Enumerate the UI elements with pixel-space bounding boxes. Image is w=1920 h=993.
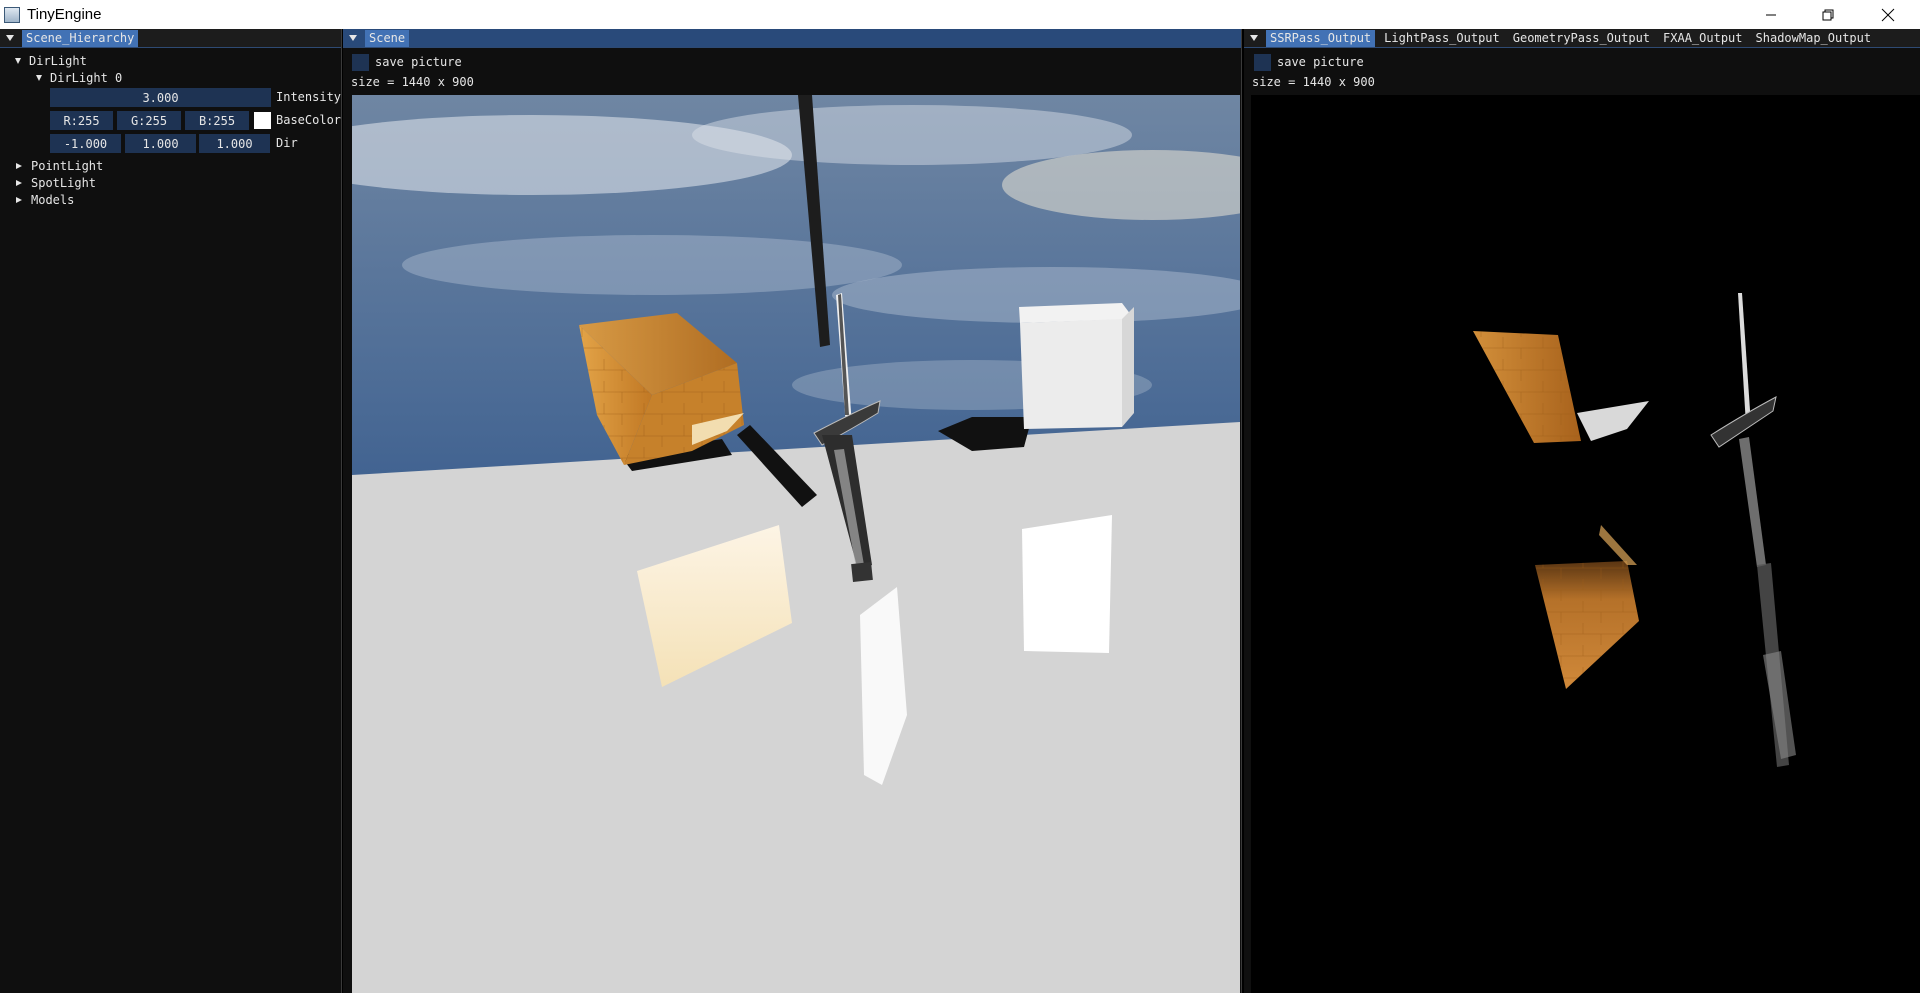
scene-panel: Scene save picture size = 1440 x 900	[343, 29, 1242, 993]
tab-geometrypass-output[interactable]: GeometryPass_Output	[1509, 30, 1654, 47]
dir-x-field[interactable]: -1.000	[50, 134, 121, 153]
ssr-output-render	[1251, 95, 1920, 993]
tree-node-label: Models	[31, 192, 75, 207]
intensity-field[interactable]: 3.000	[50, 88, 271, 107]
tree-node-spotlight[interactable]: SpotLight	[0, 174, 341, 191]
output-tabbar: SSRPass_Output LightPass_Output Geometry…	[1244, 29, 1920, 48]
collapse-icon[interactable]	[1248, 29, 1260, 48]
hierarchy-tree: DirLight DirLight 0 3.000 Intensity R:25…	[0, 48, 341, 208]
tree-node-pointlight[interactable]: PointLight	[0, 157, 341, 174]
color-g-field[interactable]: G:255	[117, 111, 181, 130]
window-title: TinyEngine	[27, 6, 102, 23]
tree-node-dirlight-0[interactable]: DirLight 0	[0, 69, 341, 86]
tree-node-dirlight[interactable]: DirLight	[0, 52, 341, 69]
expand-down-icon	[15, 57, 21, 64]
minimize-icon	[1766, 14, 1776, 15]
scene-tabbar: Scene	[343, 29, 1241, 48]
scene-hierarchy-panel: Scene_Hierarchy DirLight DirLight 0 3.00…	[0, 29, 342, 993]
tree-node-label: PointLight	[31, 158, 104, 173]
save-picture-label: save picture	[375, 55, 462, 69]
minimize-button[interactable]	[1743, 0, 1799, 29]
collapse-icon[interactable]	[4, 29, 16, 48]
restore-button[interactable]	[1800, 0, 1856, 29]
size-label: size = 1440 x 900	[1252, 75, 1375, 89]
color-r-field[interactable]: R:255	[50, 111, 113, 130]
title-bar: TinyEngine	[0, 0, 1920, 29]
expand-right-icon	[16, 162, 22, 169]
restore-icon	[1822, 9, 1834, 20]
tree-node-label: SpotLight	[31, 175, 97, 190]
hierarchy-tabbar: Scene_Hierarchy	[0, 29, 341, 48]
expand-down-icon	[36, 74, 42, 81]
output-panel: SSRPass_Output LightPass_Output Geometry…	[1244, 29, 1920, 993]
tab-scene-hierarchy[interactable]: Scene_Hierarchy	[22, 29, 139, 47]
tab-fxaa-output[interactable]: FXAA_Output	[1659, 30, 1746, 47]
dir-label: Dir	[276, 136, 298, 150]
save-picture-checkbox[interactable]	[1254, 54, 1271, 71]
tab-lightpass-output[interactable]: LightPass_Output	[1380, 30, 1504, 47]
scene-render	[352, 95, 1240, 993]
tab-ssrpass-output[interactable]: SSRPass_Output	[1266, 29, 1376, 47]
tree-node-label: DirLight	[29, 53, 87, 68]
dir-z-field[interactable]: 1.000	[199, 134, 270, 153]
tree-node-models[interactable]: Models	[0, 191, 341, 208]
app-icon	[4, 6, 20, 23]
close-icon	[1881, 8, 1895, 21]
expand-right-icon	[16, 179, 22, 186]
close-button[interactable]	[1860, 0, 1916, 29]
basecolor-label: BaseColor	[276, 113, 342, 127]
intensity-label: Intensity	[276, 90, 342, 104]
ssr-output-viewport[interactable]	[1251, 95, 1920, 993]
basecolor-row: R:255 G:255 B:255 BaseColor	[0, 109, 341, 132]
save-picture-checkbox[interactable]	[352, 54, 369, 71]
tree-node-label: DirLight 0	[50, 70, 123, 85]
dir-row: -1.000 1.000 1.000 Dir	[0, 132, 341, 155]
color-swatch[interactable]	[254, 112, 271, 129]
scene-viewport[interactable]	[352, 95, 1240, 993]
collapse-icon[interactable]	[347, 29, 359, 48]
dir-y-field[interactable]: 1.000	[125, 134, 196, 153]
size-label: size = 1440 x 900	[351, 75, 474, 89]
intensity-row: 3.000 Intensity	[0, 86, 341, 109]
color-b-field[interactable]: B:255	[185, 111, 249, 130]
tab-shadowmap-output[interactable]: ShadowMap_Output	[1752, 30, 1876, 47]
tab-scene[interactable]: Scene	[365, 29, 410, 47]
save-picture-label: save picture	[1277, 55, 1364, 69]
expand-right-icon	[16, 196, 22, 203]
